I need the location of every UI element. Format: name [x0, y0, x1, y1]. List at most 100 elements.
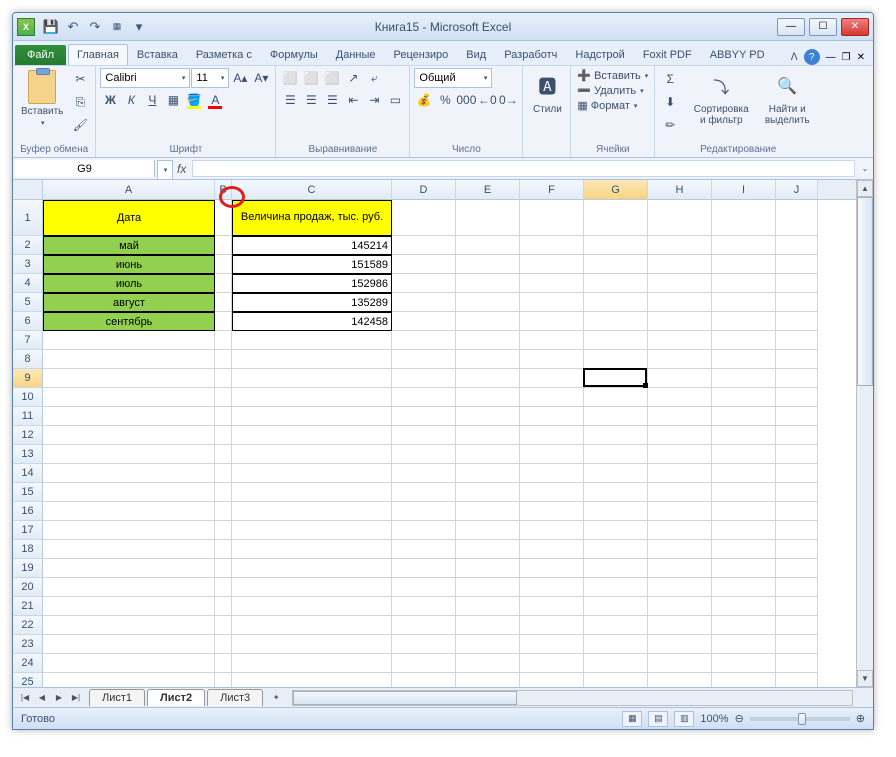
cell-I22[interactable] [712, 616, 776, 635]
decrease-decimal-icon[interactable]: 0→ [498, 90, 518, 110]
percent-icon[interactable]: % [435, 90, 455, 110]
decrease-indent-icon[interactable]: ⇤ [343, 90, 363, 110]
cell-G16[interactable] [584, 502, 648, 521]
cell-I4[interactable] [712, 274, 776, 293]
cell-J19[interactable] [776, 559, 818, 578]
cell-H15[interactable] [648, 483, 712, 502]
cell-B8[interactable] [215, 350, 232, 369]
cell-E2[interactable] [456, 236, 520, 255]
cell-D1[interactable] [392, 200, 456, 236]
row-header-23[interactable]: 23 [13, 635, 42, 654]
redo-icon[interactable]: ↷ [85, 17, 105, 37]
cell-G23[interactable] [584, 635, 648, 654]
sheet-tab-Лист2[interactable]: Лист2 [147, 689, 205, 706]
sort-filter-button[interactable]: ⤵ Сортировка и фильтр [687, 68, 755, 128]
cell-J18[interactable] [776, 540, 818, 559]
row-header-9[interactable]: 9 [13, 369, 42, 388]
cell-C20[interactable] [232, 578, 392, 597]
cell-B10[interactable] [215, 388, 232, 407]
cell-A7[interactable] [43, 331, 215, 350]
col-header-H[interactable]: H [648, 180, 712, 199]
cell-C23[interactable] [232, 635, 392, 654]
cell-F14[interactable] [520, 464, 584, 483]
col-header-D[interactable]: D [392, 180, 456, 199]
cell-J23[interactable] [776, 635, 818, 654]
cell-A22[interactable] [43, 616, 215, 635]
cell-J9[interactable] [776, 369, 818, 388]
align-right-icon[interactable]: ☰ [322, 90, 342, 110]
col-header-A[interactable]: A [43, 180, 215, 199]
cell-A21[interactable] [43, 597, 215, 616]
find-select-button[interactable]: 🔍 Найти и выделить [757, 68, 817, 128]
doc-minimize-icon[interactable]: — [826, 52, 836, 63]
doc-restore-icon[interactable]: ❐ [842, 52, 851, 63]
fx-icon[interactable]: fx [177, 162, 186, 176]
undo-icon[interactable]: ↶ [63, 17, 83, 37]
cell-E17[interactable] [456, 521, 520, 540]
cell-E6[interactable] [456, 312, 520, 331]
cell-F11[interactable] [520, 407, 584, 426]
cell-E24[interactable] [456, 654, 520, 673]
cell-C16[interactable] [232, 502, 392, 521]
help-icon[interactable]: ? [804, 49, 820, 65]
cell-C14[interactable] [232, 464, 392, 483]
row-header-22[interactable]: 22 [13, 616, 42, 635]
cell-I8[interactable] [712, 350, 776, 369]
cells-area[interactable]: ДатаВеличина продаж, тыс. руб.май145214и… [43, 200, 856, 687]
cell-D22[interactable] [392, 616, 456, 635]
cell-F18[interactable] [520, 540, 584, 559]
row-header-17[interactable]: 17 [13, 521, 42, 540]
cell-C17[interactable] [232, 521, 392, 540]
cell-H6[interactable] [648, 312, 712, 331]
align-left-icon[interactable]: ☰ [280, 90, 300, 110]
namebox-dropdown[interactable]: ▾ [157, 160, 173, 180]
cell-D7[interactable] [392, 331, 456, 350]
col-header-C[interactable]: C [232, 180, 392, 199]
cell-J7[interactable] [776, 331, 818, 350]
cell-F22[interactable] [520, 616, 584, 635]
cell-I10[interactable] [712, 388, 776, 407]
cell-D24[interactable] [392, 654, 456, 673]
cell-G2[interactable] [584, 236, 648, 255]
number-format-combo[interactable]: Общий▾ [414, 68, 492, 88]
col-header-J[interactable]: J [776, 180, 818, 199]
cell-D20[interactable] [392, 578, 456, 597]
cell-B20[interactable] [215, 578, 232, 597]
cell-I14[interactable] [712, 464, 776, 483]
cell-I12[interactable] [712, 426, 776, 445]
row-header-11[interactable]: 11 [13, 407, 42, 426]
cell-E3[interactable] [456, 255, 520, 274]
cell-H4[interactable] [648, 274, 712, 293]
cell-B13[interactable] [215, 445, 232, 464]
cell-H24[interactable] [648, 654, 712, 673]
cell-H3[interactable] [648, 255, 712, 274]
cell-I16[interactable] [712, 502, 776, 521]
cell-I23[interactable] [712, 635, 776, 654]
cell-J13[interactable] [776, 445, 818, 464]
cell-J15[interactable] [776, 483, 818, 502]
cell-B9[interactable] [215, 369, 232, 388]
cell-H5[interactable] [648, 293, 712, 312]
last-sheet-icon[interactable]: ▶| [68, 690, 84, 706]
hscroll-thumb[interactable] [293, 691, 517, 705]
cell-I9[interactable] [712, 369, 776, 388]
cell-I20[interactable] [712, 578, 776, 597]
file-tab[interactable]: Файл [15, 45, 66, 65]
cell-I17[interactable] [712, 521, 776, 540]
cell-E16[interactable] [456, 502, 520, 521]
cell-H14[interactable] [648, 464, 712, 483]
cell-B14[interactable] [215, 464, 232, 483]
bold-button[interactable]: Ж [100, 90, 120, 110]
cell-H23[interactable] [648, 635, 712, 654]
cell-B7[interactable] [215, 331, 232, 350]
col-header-I[interactable]: I [712, 180, 776, 199]
align-top-icon[interactable]: ⬜ [280, 68, 300, 88]
font-name-combo[interactable]: Calibri▾ [100, 68, 190, 88]
row-header-6[interactable]: 6 [13, 312, 42, 331]
cell-A25[interactable] [43, 673, 215, 687]
cell-H9[interactable] [648, 369, 712, 388]
cell-D11[interactable] [392, 407, 456, 426]
row-header-19[interactable]: 19 [13, 559, 42, 578]
cell-E14[interactable] [456, 464, 520, 483]
cell-D23[interactable] [392, 635, 456, 654]
